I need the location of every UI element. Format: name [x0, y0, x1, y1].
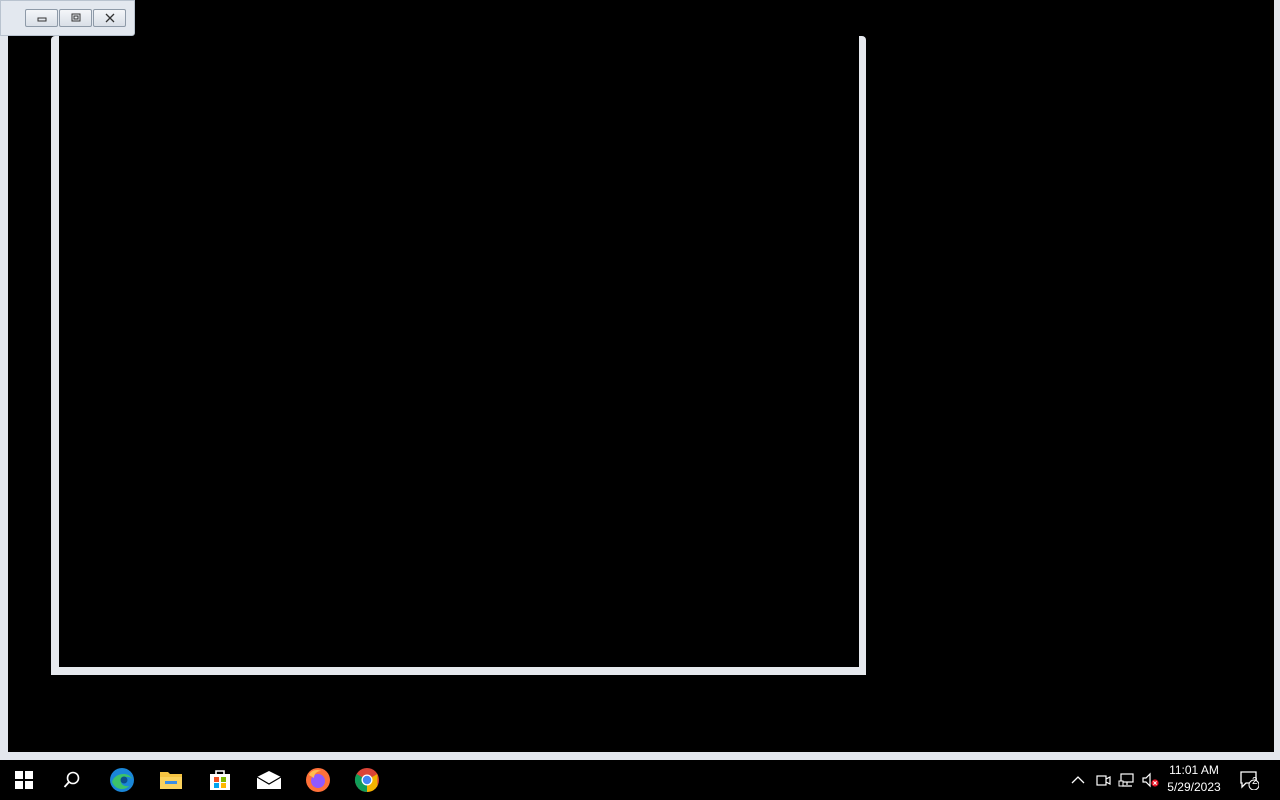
mail-icon — [256, 771, 282, 789]
taskbar-app-file-explorer[interactable] — [147, 760, 195, 800]
minimize-icon — [37, 17, 46, 22]
desktop — [0, 0, 1280, 760]
taskbar: 11:01 AM 5/29/2023 2 — [0, 760, 1280, 800]
taskbar-clock[interactable]: 11:01 AM 5/29/2023 — [1162, 762, 1226, 798]
search-icon — [63, 771, 80, 788]
chrome-icon — [354, 768, 379, 792]
store-icon — [210, 770, 230, 790]
windows-logo-icon — [15, 771, 33, 789]
minimize-button[interactable] — [25, 9, 58, 27]
meet-icon — [1096, 775, 1111, 786]
edge-icon — [110, 768, 134, 792]
window-title-bar[interactable] — [0, 0, 135, 36]
network-icon — [1118, 773, 1134, 787]
search-button[interactable] — [48, 760, 96, 800]
clock-date: 5/29/2023 — [1167, 780, 1221, 794]
action-center-button[interactable]: 2 — [1237, 770, 1261, 790]
close-button[interactable] — [93, 9, 126, 27]
firefox-icon — [306, 768, 330, 792]
chevron-up-icon — [1071, 776, 1085, 784]
caption-buttons — [25, 9, 126, 27]
close-icon — [105, 13, 114, 23]
volume-button[interactable] — [1141, 770, 1161, 790]
taskbar-app-edge[interactable] — [98, 760, 146, 800]
notification-count-badge: 2 — [1252, 776, 1258, 787]
taskbar-app-chrome[interactable] — [343, 760, 391, 800]
restore-icon — [71, 13, 80, 22]
network-button[interactable] — [1117, 770, 1137, 790]
start-button[interactable] — [0, 760, 48, 800]
folder-icon — [160, 772, 182, 789]
taskbar-app-store[interactable] — [196, 760, 244, 800]
meet-now-button[interactable] — [1093, 770, 1113, 790]
taskbar-app-mail[interactable] — [245, 760, 293, 800]
taskbar-app-firefox[interactable] — [294, 760, 342, 800]
restore-button[interactable] — [59, 9, 92, 27]
volume-muted-icon — [1142, 772, 1159, 788]
inner-window-frame[interactable] — [51, 36, 866, 675]
show-hidden-icons-button[interactable] — [1068, 770, 1088, 790]
clock-time: 11:01 AM — [1169, 763, 1219, 777]
